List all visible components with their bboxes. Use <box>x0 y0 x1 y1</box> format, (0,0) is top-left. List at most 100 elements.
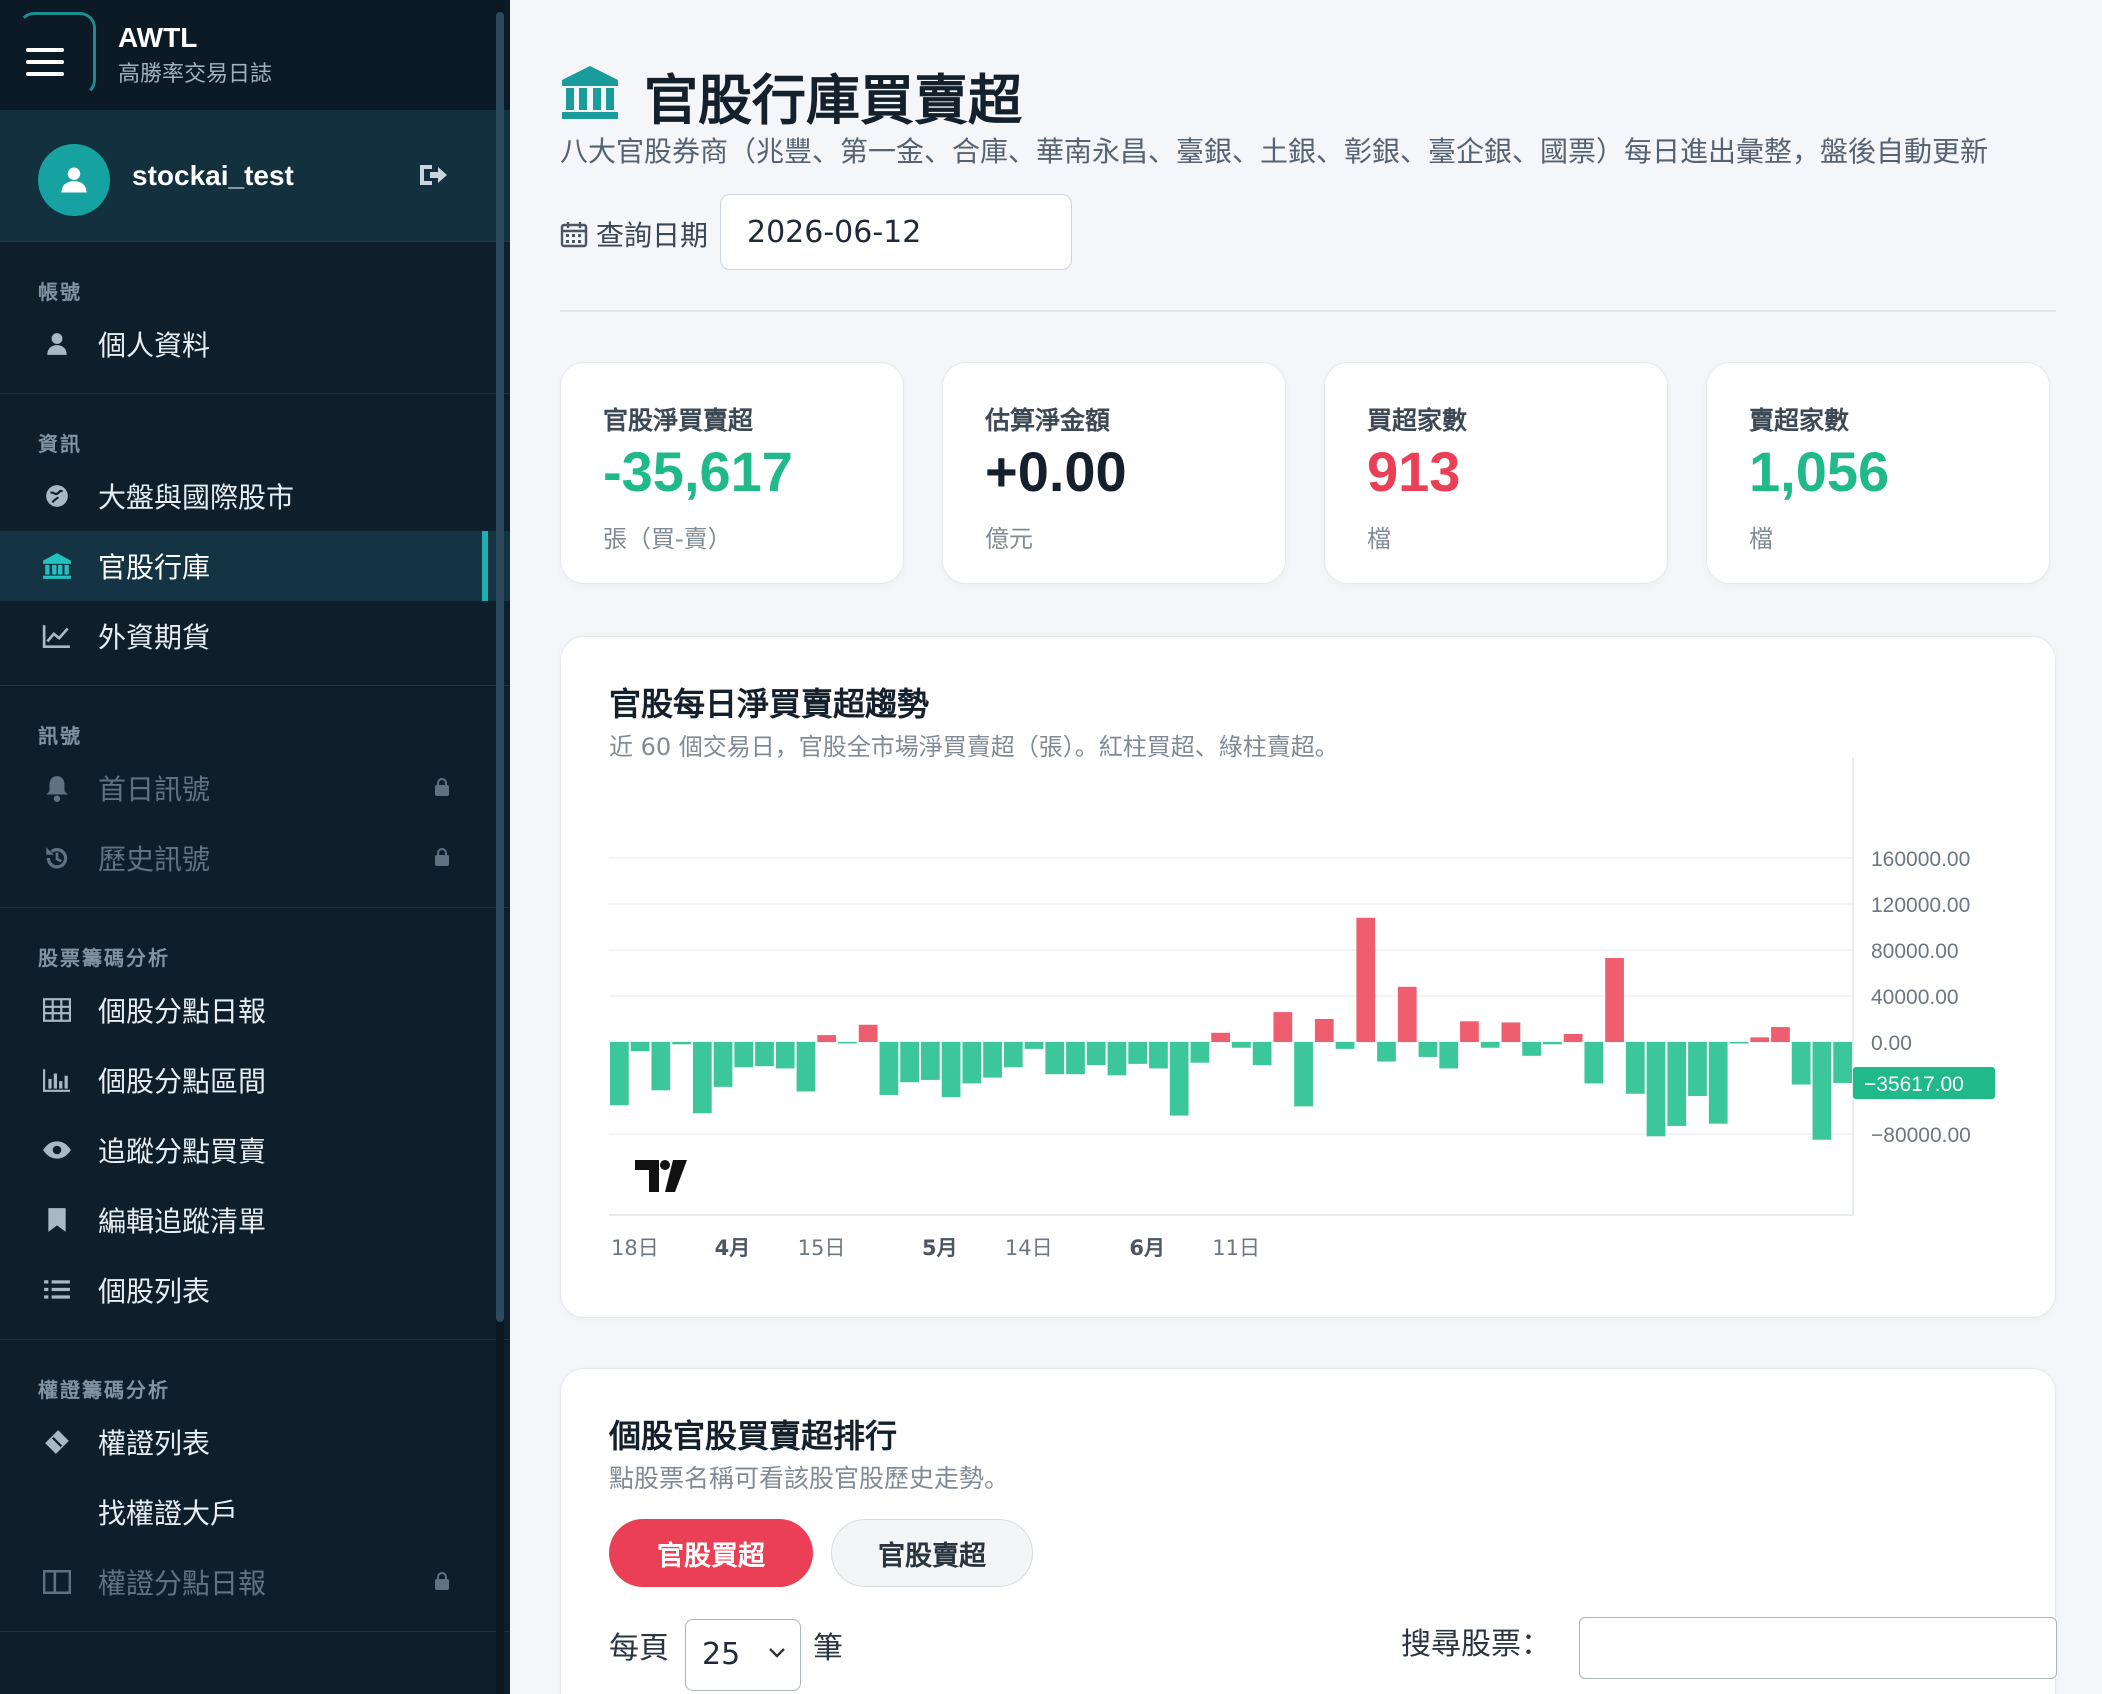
sidebar-item-label: 權證分點日報 <box>98 1567 267 1600</box>
chart-bar[interactable] <box>775 1042 795 1069</box>
chart-bar[interactable] <box>1833 1042 1852 1083</box>
chart-bar[interactable] <box>1149 1042 1168 1069</box>
chart-bar[interactable] <box>1273 1012 1293 1042</box>
chart-bar[interactable] <box>1605 958 1624 1042</box>
chart-bar[interactable] <box>1646 1042 1666 1137</box>
chart-bar[interactable] <box>734 1042 754 1068</box>
chart-bar[interactable] <box>817 1035 837 1042</box>
chart-bar[interactable] <box>1024 1042 1044 1049</box>
chart-bar[interactable] <box>1294 1042 1313 1107</box>
chart-bar[interactable] <box>1708 1042 1728 1124</box>
chart-bar[interactable] <box>1688 1042 1707 1097</box>
stat-unit: 億元 <box>985 525 1033 553</box>
chart-bar[interactable] <box>1667 1042 1687 1126</box>
bar-chart-icon <box>40 1063 74 1097</box>
x-tick-label: 4月 <box>715 1236 751 1260</box>
page-subtitle: 八大官股券商（兆豐、第一金、合庫、華南永昌、臺銀、土銀、彰銀、臺企銀、國票）每日… <box>560 135 1989 168</box>
chart-bar[interactable] <box>1584 1042 1604 1084</box>
chart-bar[interactable] <box>1750 1037 1770 1042</box>
chart-bar[interactable] <box>1563 1033 1583 1042</box>
sidebar-item[interactable]: 個人資料 <box>0 309 510 379</box>
chart-bar[interactable] <box>651 1042 671 1091</box>
chart-bar[interactable] <box>1460 1021 1479 1042</box>
chart-bar[interactable] <box>1356 917 1376 1042</box>
sidebar: AWTL 高勝率交易日誌 stockai_test 帳號 個人資料 資訊 大盤與國際股… <box>0 0 510 1694</box>
chart-bar[interactable] <box>1543 1042 1562 1045</box>
last-value-label: −35617.00 <box>1864 1073 1964 1096</box>
sidebar-scrollbar-thumb[interactable] <box>496 12 504 1322</box>
sidebar-item[interactable]: 外資期貨 <box>0 601 510 671</box>
chart-bar[interactable] <box>692 1042 712 1114</box>
sidebar-item-label: 找權證大戶 <box>98 1497 239 1530</box>
chart-bar[interactable] <box>1128 1042 1148 1064</box>
hamburger-menu-icon[interactable] <box>26 48 64 76</box>
page-title: 官股行庫買賣超 <box>644 69 1022 132</box>
chart-bar[interactable] <box>796 1042 816 1092</box>
chart-bar[interactable] <box>1377 1042 1396 1062</box>
sidebar-item-label: 權證列表 <box>98 1427 211 1460</box>
chart-bar[interactable] <box>1397 986 1417 1042</box>
avatar <box>38 144 110 216</box>
chart-bar[interactable] <box>1107 1042 1127 1076</box>
chart-bar[interactable] <box>1232 1042 1251 1048</box>
tab-sell-button[interactable]: 官股賣超 <box>831 1519 1033 1587</box>
chart-bar[interactable] <box>1791 1042 1811 1085</box>
date-input[interactable] <box>720 194 1072 270</box>
nav-section-label: 訊號 <box>38 724 82 748</box>
chart-bar[interactable] <box>1045 1042 1065 1075</box>
chart-bar[interactable] <box>983 1042 1002 1078</box>
chart-bar[interactable] <box>1439 1042 1459 1069</box>
sidebar-item[interactable]: 追蹤分點買賣 <box>0 1115 510 1185</box>
chart-bar[interactable] <box>1252 1042 1272 1065</box>
stat-unit: 檔 <box>1367 525 1391 553</box>
chart-bar[interactable] <box>1066 1042 1085 1075</box>
chart-bar[interactable] <box>713 1042 733 1087</box>
stat-value: +0.00 <box>985 440 1127 503</box>
chart-bar[interactable] <box>1086 1042 1106 1065</box>
sidebar-item[interactable]: 個股分點區間 <box>0 1045 510 1115</box>
nav-group: 權證籌碼分析 權證列表 找權證大戶 權證分點日報 <box>0 1340 510 1632</box>
chart-bar[interactable] <box>1625 1042 1645 1094</box>
sidebar-item: 首日訊號 <box>0 753 510 823</box>
chart-bar[interactable] <box>672 1042 691 1045</box>
chart-bar[interactable] <box>1211 1032 1230 1042</box>
chart-bar[interactable] <box>1003 1042 1023 1068</box>
chart-bar[interactable] <box>1729 1042 1749 1044</box>
chart-bar[interactable] <box>1480 1042 1500 1048</box>
sidebar-item[interactable]: 個股列表 <box>0 1255 510 1325</box>
chart-bar[interactable] <box>838 1042 857 1044</box>
chart-bar[interactable] <box>1418 1042 1438 1057</box>
sidebar-item[interactable]: 個股分點日報 <box>0 975 510 1045</box>
stat-card-sell-count: 賣超家數 1,056 檔 <box>1706 362 2050 584</box>
chart-bar[interactable] <box>900 1042 919 1083</box>
chart-bar[interactable] <box>858 1024 878 1042</box>
stat-card-net-amount: 估算淨金額 +0.00 億元 <box>942 362 1286 584</box>
chart-bar[interactable] <box>1501 1022 1521 1042</box>
chart-bar[interactable] <box>1169 1042 1189 1116</box>
bank-icon <box>562 66 618 119</box>
date-label-text: 查詢日期 <box>596 219 709 252</box>
sidebar-item[interactable]: 權證列表 <box>0 1407 510 1477</box>
chart-bar[interactable] <box>1190 1042 1210 1063</box>
chart-bar[interactable] <box>630 1042 650 1052</box>
chart-bar[interactable] <box>1771 1027 1790 1042</box>
chart-bar[interactable] <box>879 1042 899 1095</box>
per-page-select[interactable]: 25 <box>685 1619 801 1691</box>
sidebar-item[interactable]: 大盤與國際股市 <box>0 461 510 531</box>
chart-bar[interactable] <box>755 1042 774 1067</box>
chart-bar[interactable] <box>610 1042 629 1106</box>
sidebar-item[interactable]: 編輯追蹤清單 <box>0 1185 510 1255</box>
chart-bar[interactable] <box>962 1042 982 1084</box>
chart-bar[interactable] <box>921 1042 940 1080</box>
sidebar-item[interactable]: 官股行庫 <box>0 531 510 601</box>
chart-bar[interactable] <box>1812 1042 1832 1140</box>
sidebar-item[interactable]: 找權證大戶 <box>0 1477 510 1547</box>
chart-bar[interactable] <box>1335 1042 1355 1049</box>
tab-buy-button[interactable]: 官股買超 <box>609 1519 813 1587</box>
chart-bar[interactable] <box>941 1042 961 1098</box>
search-input[interactable] <box>1579 1617 2057 1679</box>
trend-chart[interactable]: 160000.00 120000.00 80000.00 40000.00 0.00 −8… <box>561 637 2057 1319</box>
logout-icon[interactable] <box>418 162 448 188</box>
chart-bar[interactable] <box>1522 1042 1541 1056</box>
chart-bar[interactable] <box>1314 1019 1334 1042</box>
